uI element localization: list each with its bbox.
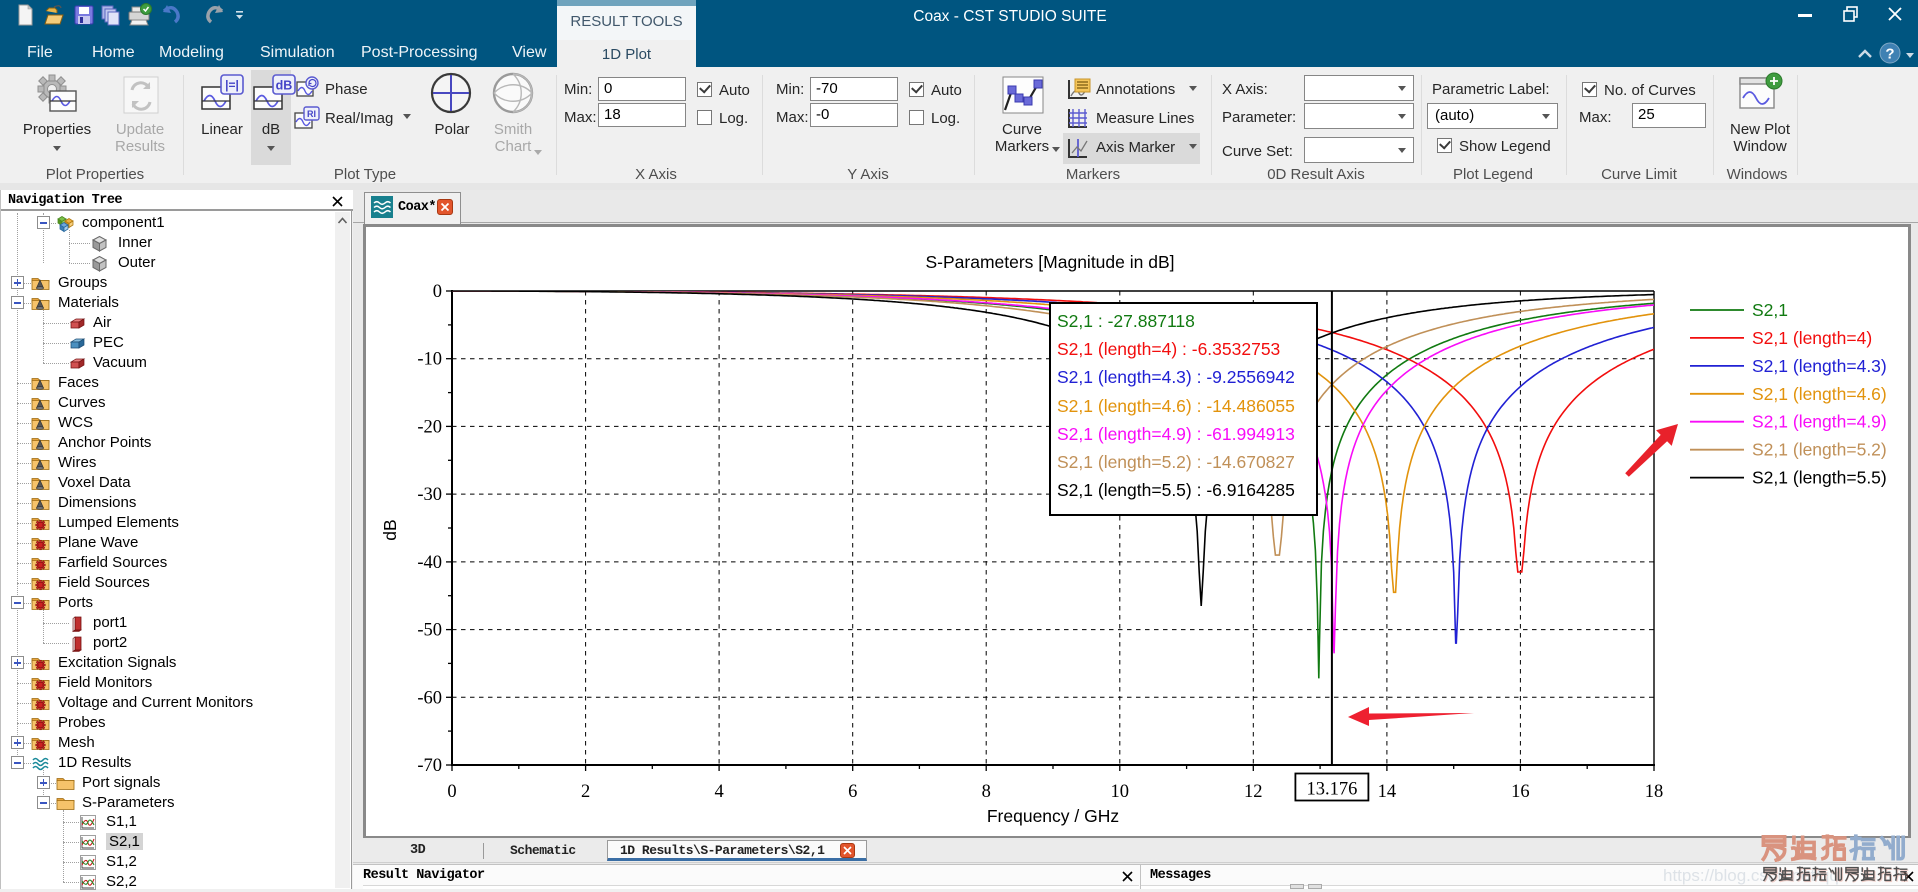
svg-text:18: 18 (1645, 782, 1664, 802)
svg-text:-40: -40 (417, 553, 442, 573)
svg-text:13.176: 13.176 (1306, 780, 1357, 800)
svg-text:0: 0 (447, 782, 456, 802)
svg-text:-70: -70 (417, 756, 442, 776)
svg-text:S2,1 (length=4.6): S2,1 (length=4.6) (1752, 384, 1887, 404)
svg-text:RI: RI (307, 109, 316, 119)
svg-text:12: 12 (1244, 782, 1263, 802)
svg-text:6: 6 (848, 782, 857, 802)
svg-text:-50: -50 (417, 621, 442, 641)
svg-text:-10: -10 (417, 350, 442, 370)
svg-text:14: 14 (1378, 782, 1397, 802)
svg-text:S2,1 (length=4.9): S2,1 (length=4.9) (1752, 412, 1887, 432)
svg-text:8: 8 (982, 782, 991, 802)
svg-text:0: 0 (433, 282, 442, 302)
svg-text:S-Parameters [Magnitude in dB]: S-Parameters [Magnitude in dB] (925, 252, 1174, 272)
svg-text:?: ? (1885, 46, 1894, 63)
svg-text:2: 2 (581, 782, 590, 802)
svg-text:S2,1 (length=4): S2,1 (length=4) (1752, 328, 1872, 348)
svg-text:Frequency / GHz: Frequency / GHz (987, 806, 1119, 826)
svg-text:S2,1: S2,1 (1752, 300, 1788, 320)
svg-text:S2,1 (length=5.2): S2,1 (length=5.2) (1752, 440, 1887, 460)
svg-text:|=|: |=| (225, 78, 239, 92)
svg-text:16: 16 (1511, 782, 1530, 802)
svg-text:dB: dB (380, 519, 400, 540)
svg-text:dB: dB (276, 79, 293, 93)
svg-text:4: 4 (714, 782, 723, 802)
svg-text:-60: -60 (417, 688, 442, 708)
svg-text:10: 10 (1111, 782, 1130, 802)
svg-text:-20: -20 (417, 417, 442, 437)
svg-text:S2,1 (length=4.3): S2,1 (length=4.3) (1752, 356, 1887, 376)
svg-text:-30: -30 (417, 485, 442, 505)
svg-text:S2,1 (length=5.5): S2,1 (length=5.5) (1752, 468, 1887, 488)
